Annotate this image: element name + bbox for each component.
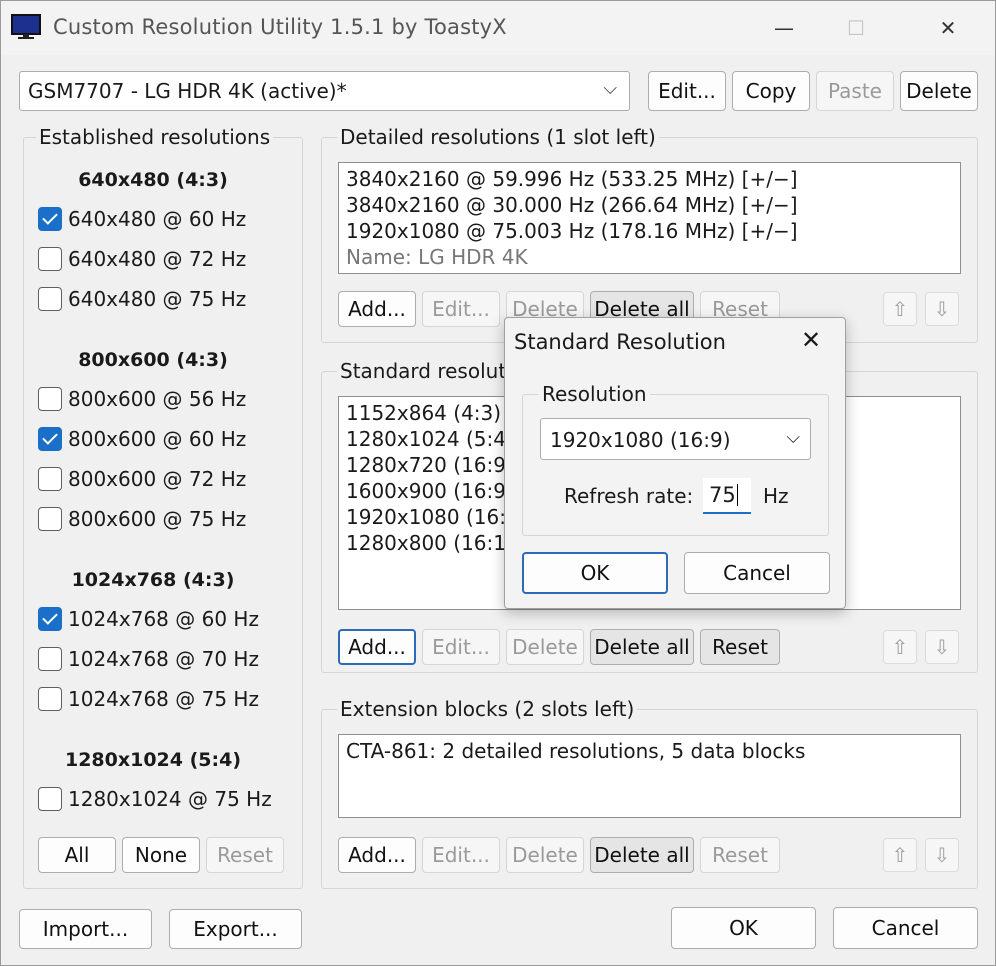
extension-edit-button[interactable]: Edit... — [422, 837, 500, 873]
checkbox-800x600-75[interactable] — [38, 507, 62, 531]
text-cursor — [736, 484, 738, 506]
cancel-button[interactable]: Cancel — [833, 907, 978, 949]
monitor-icon — [11, 14, 41, 39]
arrow-down-icon[interactable]: ⇩ — [925, 630, 959, 664]
extension-list[interactable]: CTA-861: 2 detailed resolutions, 5 data … — [338, 734, 961, 818]
extension-title: Extension blocks (2 slots left) — [337, 697, 638, 721]
monitor-copy-button[interactable]: Copy — [732, 71, 810, 111]
established-reset-button[interactable]: Reset — [206, 837, 284, 873]
resolution-select[interactable]: 1920x1080 (16:9) ⌵ — [540, 418, 811, 460]
checkbox-640x480-75[interactable] — [38, 287, 62, 311]
monitor-select-value: GSM7707 - LG HDR 4K (active)* — [28, 79, 347, 103]
checkbox-640x480-60[interactable] — [38, 207, 62, 231]
dialog-group-label: Resolution — [539, 382, 650, 406]
close-button[interactable]: ✕ — [933, 13, 963, 43]
extension-reset-button[interactable]: Reset — [700, 837, 780, 873]
checkbox-label: 1024x768 @ 70 Hz — [68, 647, 259, 671]
maximize-button[interactable]: ☐ — [841, 13, 871, 43]
checkbox-label: 1024x768 @ 75 Hz — [68, 687, 259, 711]
list-item[interactable]: 1920x1080 @ 75.003 Hz (178.16 MHz) [+/−] — [339, 218, 960, 244]
extension-delete-button[interactable]: Delete — [506, 837, 584, 873]
standard-resolution-dialog: Standard Resolution ✕ Resolution 1920x10… — [504, 317, 846, 609]
refresh-rate-value: 75 — [709, 483, 736, 507]
hz-unit-label: Hz — [763, 484, 789, 508]
extension-delete-all-button[interactable]: Delete all — [590, 837, 694, 873]
refresh-rate-label: Refresh rate: — [564, 484, 694, 508]
export-button[interactable]: Export... — [169, 909, 302, 949]
checkbox-label: 1024x768 @ 60 Hz — [68, 607, 259, 631]
checkbox-label: 800x600 @ 56 Hz — [68, 387, 247, 411]
dialog-resolution-group — [522, 394, 829, 536]
detailed-edit-button[interactable]: Edit... — [422, 291, 500, 327]
display-name-item[interactable]: Name: LG HDR 4K — [339, 244, 960, 270]
checkbox-800x600-56[interactable] — [38, 387, 62, 411]
standard-reset-button[interactable]: Reset — [700, 629, 780, 665]
chevron-down-icon: ⌵ — [786, 427, 800, 448]
minimize-button[interactable]: — — [769, 13, 799, 43]
checkbox-1024x768-75[interactable] — [38, 687, 62, 711]
standard-edit-button[interactable]: Edit... — [422, 629, 500, 665]
main-window: Custom Resolution Utility 1.5.1 by Toast… — [0, 0, 996, 966]
checkbox-label: 640x480 @ 60 Hz — [68, 207, 247, 231]
checkbox-1280x1024-75[interactable] — [38, 787, 62, 811]
checkbox-label: 640x480 @ 72 Hz — [68, 247, 247, 271]
monitor-paste-button[interactable]: Paste — [816, 71, 894, 111]
checkbox-640x480-72[interactable] — [38, 247, 62, 271]
monitor-delete-button[interactable]: Delete — [900, 71, 978, 111]
monitor-select[interactable]: GSM7707 - LG HDR 4K (active)* ⌵ — [19, 71, 630, 111]
select-all-button[interactable]: All — [38, 837, 116, 873]
checkbox-label: 800x600 @ 75 Hz — [68, 507, 247, 531]
checkbox-800x600-72[interactable] — [38, 467, 62, 491]
extension-add-button[interactable]: Add... — [338, 837, 416, 873]
checkbox-label: 800x600 @ 72 Hz — [68, 467, 247, 491]
resolution-select-value: 1920x1080 (16:9) — [550, 428, 731, 452]
monitor-edit-button[interactable]: Edit... — [648, 71, 726, 111]
standard-add-button[interactable]: Add... — [338, 629, 416, 665]
arrow-down-icon[interactable]: ⇩ — [925, 838, 959, 872]
res-group-heading: 640x480 (4:3) — [78, 169, 228, 191]
res-group-heading: 1024x768 (4:3) — [71, 569, 235, 591]
title-bar: Custom Resolution Utility 1.5.1 by Toast… — [1, 1, 995, 55]
refresh-rate-input[interactable]: 75 — [703, 478, 751, 514]
checkbox-label: 1280x1024 @ 75 Hz — [68, 787, 272, 811]
select-none-button[interactable]: None — [122, 837, 200, 873]
list-item[interactable]: 3840x2160 @ 59.996 Hz (533.25 MHz) [+/−] — [339, 166, 960, 192]
standard-delete-button[interactable]: Delete — [506, 629, 584, 665]
dialog-cancel-button[interactable]: Cancel — [684, 552, 830, 594]
import-button[interactable]: Import... — [19, 909, 152, 949]
close-icon[interactable]: ✕ — [801, 326, 821, 354]
detailed-add-button[interactable]: Add... — [338, 291, 416, 327]
arrow-up-icon[interactable]: ⇧ — [883, 838, 917, 872]
res-group-heading: 800x600 (4:3) — [78, 349, 228, 371]
dialog-title: Standard Resolution — [514, 330, 726, 354]
arrow-up-icon[interactable]: ⇧ — [883, 292, 917, 326]
checkbox-1024x768-70[interactable] — [38, 647, 62, 671]
checkbox-800x600-60[interactable] — [38, 427, 62, 451]
established-title: Established resolutions — [36, 125, 274, 149]
standard-delete-all-button[interactable]: Delete all — [590, 629, 694, 665]
ok-button[interactable]: OK — [671, 907, 816, 949]
detailed-title: Detailed resolutions (1 slot left) — [337, 125, 659, 149]
dialog-ok-button[interactable]: OK — [522, 552, 668, 594]
detailed-list[interactable]: 3840x2160 @ 59.996 Hz (533.25 MHz) [+/−]… — [338, 162, 961, 274]
arrow-up-icon[interactable]: ⇧ — [883, 630, 917, 664]
checkbox-label: 640x480 @ 75 Hz — [68, 287, 247, 311]
chevron-down-icon: ⌵ — [603, 78, 617, 99]
res-group-heading: 1280x1024 (5:4) — [64, 749, 242, 771]
arrow-down-icon[interactable]: ⇩ — [925, 292, 959, 326]
window-title: Custom Resolution Utility 1.5.1 by Toast… — [53, 15, 507, 39]
list-item[interactable]: CTA-861: 2 detailed resolutions, 5 data … — [339, 738, 960, 764]
checkbox-1024x768-60[interactable] — [38, 607, 62, 631]
list-item[interactable]: 3840x2160 @ 30.000 Hz (266.64 MHz) [+/−] — [339, 192, 960, 218]
checkbox-label: 800x600 @ 60 Hz — [68, 427, 247, 451]
